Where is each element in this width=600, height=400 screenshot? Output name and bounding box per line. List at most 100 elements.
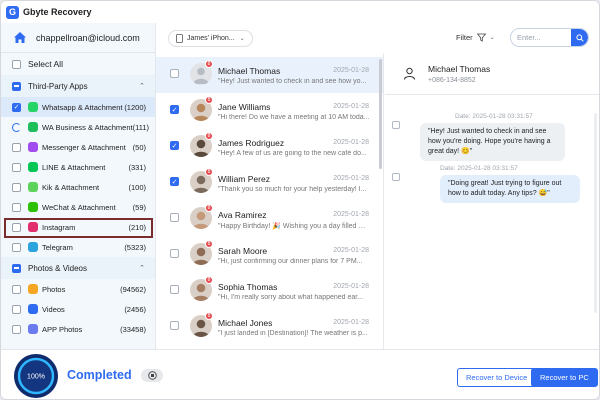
sidebar-item-line[interactable]: LINE & Attachment (331) — [1, 157, 155, 177]
section-checkbox[interactable] — [12, 263, 21, 273]
progress-label: 100% — [27, 374, 45, 381]
recover-to-pc-button[interactable]: Recover to PC — [531, 368, 598, 387]
search-input[interactable] — [517, 33, 577, 42]
app-title: Gbyte Recovery — [23, 7, 92, 17]
select-all-label: Select All — [28, 59, 63, 69]
sidebar-item-videos[interactable]: Videos (2456) — [1, 299, 155, 319]
sidebar-item-label: WeChat & Attachment — [42, 202, 116, 212]
media-list: Photos (94562) Videos (2456) APP Photos (3345… — [1, 279, 155, 339]
search-icon — [575, 33, 584, 42]
recover-to-device-button[interactable]: Recover to Device — [457, 368, 537, 387]
section-photos-videos[interactable]: Photos & Videos ⌃ — [1, 257, 155, 279]
app-window: G Gbyte Recovery chappellroan@icloud.com… — [0, 0, 600, 400]
device-name: James' iPhon... — [187, 34, 235, 42]
sidebar-item-photos[interactable]: Photos (94562) — [1, 279, 155, 299]
message-row[interactable]: ✓ 8 Jane Williams 2025-01-28 "Hi there! Do w… — [156, 93, 383, 129]
chevron-up-icon[interactable]: ⌃ — [139, 264, 145, 272]
sidebar-item-count: (50) — [132, 142, 146, 152]
sidebar-item-wa-business[interactable]: WA Business & Attachment (111) — [1, 117, 155, 137]
message-row[interactable]: 8 Sophia Thomas 2025-01-28 "Hi, I'm really … — [156, 273, 383, 309]
checkbox[interactable]: ✓ — [12, 102, 21, 112]
whatsapp-icon — [28, 102, 38, 112]
message-preview: "Hi there! Do we have a meeting at 10 AM… — [218, 114, 370, 121]
contact-header: Michael Thomas +086-134-8852 — [385, 53, 599, 95]
sidebar-item-count: (59) — [132, 202, 146, 212]
contact-name: Michael Thomas — [428, 63, 491, 74]
filter-button[interactable]: Filter ⌄ — [456, 29, 495, 46]
message-sender: Jane Williams — [218, 102, 271, 112]
message-checkbox[interactable] — [170, 213, 179, 222]
unread-badge: 8 — [205, 312, 213, 320]
message-checkbox[interactable]: ✓ — [170, 141, 179, 150]
message-date: 2025-01-28 — [333, 103, 369, 110]
checkbox[interactable] — [12, 284, 21, 294]
sidebar-item-label: Messenger & Attachment — [42, 142, 126, 152]
sidebar-item-app-photos[interactable]: APP Photos (33458) — [1, 319, 155, 339]
sidebar-item-count: (111) — [132, 122, 150, 132]
checkbox[interactable] — [12, 182, 21, 192]
message-row[interactable]: 8 Michael Thomas 2025-01-28 "Hey! Just want… — [156, 57, 383, 93]
section-checkbox[interactable] — [12, 81, 21, 91]
checkbox[interactable] — [12, 242, 21, 252]
sidebar-item-kik[interactable]: Kik & Attachment (100) — [1, 177, 155, 197]
checkbox[interactable] — [12, 162, 21, 172]
sidebar-item-count: (5323) — [124, 242, 146, 252]
sidebar-item-count: (94562) — [120, 284, 146, 294]
message-row[interactable]: ✓ 8 James Rodriguez 2025-01-28 "Hey! A few o… — [156, 129, 383, 165]
contact-phone: +086-134-8852 — [428, 76, 476, 84]
message-preview: "Thank you so much for your help yesterd… — [218, 186, 367, 193]
progress-ring: 100% — [14, 354, 58, 398]
sidebar-item-whatsapp[interactable]: ✓ Whatsapp & Attachment (1200) — [1, 97, 155, 117]
message-preview: "I just landed in [Destination]! The wea… — [218, 330, 368, 337]
account-row[interactable]: chappellroan@icloud.com — [1, 23, 155, 53]
detail-scrollbar[interactable] — [594, 113, 597, 313]
device-select[interactable]: James' iPhon... ⌄ — [168, 29, 253, 47]
section-third-party-apps[interactable]: Third-Party Apps ⌃ — [1, 75, 155, 97]
sidebar-item-wechat[interactable]: WeChat & Attachment (59) — [1, 197, 155, 217]
sidebar-item-instagram[interactable]: Instagram (210) — [1, 217, 155, 238]
message-sender: Michael Thomas — [218, 66, 281, 76]
app-logo-icon: G — [6, 5, 19, 19]
message-checkbox[interactable]: ✓ — [170, 105, 179, 114]
kik-icon — [28, 182, 38, 192]
message-sender: Sophia Thomas — [218, 282, 278, 292]
message-list[interactable]: 8 Michael Thomas 2025-01-28 "Hey! Just want… — [156, 53, 384, 349]
message-row[interactable]: 8 Ava Ramirez 2025-01-28 "Happy Birthday! 🎉… — [156, 201, 383, 237]
home-icon[interactable] — [13, 31, 27, 44]
stop-button[interactable] — [141, 369, 163, 382]
sidebar-item-count: (331) — [128, 162, 146, 172]
search-button[interactable] — [571, 29, 588, 46]
message-preview: "Happy Birthday! 🎉 Wishing you a day fil… — [218, 223, 370, 230]
bubble-checkbox[interactable] — [392, 121, 400, 129]
select-all-row[interactable]: Select All — [1, 53, 155, 75]
message-row[interactable]: ✓ 8 William Perez 2025-01-28 "Thank you so m… — [156, 165, 383, 201]
checkbox[interactable] — [12, 202, 21, 212]
wechat-icon — [28, 202, 38, 212]
sidebar-item-messenger[interactable]: Messenger & Attachment (50) — [1, 137, 155, 157]
bubble-checkbox[interactable] — [392, 173, 400, 181]
message-checkbox[interactable]: ✓ — [170, 177, 179, 186]
sidebar-item-telegram[interactable]: Telegram (5323) — [1, 237, 155, 257]
message-preview: "Hi, just confirming our dinner plans fo… — [218, 258, 363, 265]
message-list-scrollbar[interactable] — [379, 59, 382, 169]
sidebar-item-label: WA Business & Attachment — [42, 122, 133, 132]
sidebar-item-count: (100) — [128, 182, 146, 192]
message-checkbox[interactable] — [170, 285, 179, 294]
message-sender: Michael Jones — [218, 318, 273, 328]
message-checkbox[interactable] — [170, 249, 179, 258]
message-checkbox[interactable] — [170, 69, 179, 78]
message-date: 2025-01-28 — [333, 211, 369, 218]
contact-person-icon — [404, 67, 415, 80]
checkbox[interactable] — [12, 142, 21, 152]
checkbox[interactable] — [12, 324, 21, 334]
sidebar-item-label: Telegram — [42, 242, 73, 252]
unread-badge: 8 — [205, 60, 213, 68]
message-row[interactable]: 8 Michael Jones 2025-01-28 "I just landed i… — [156, 309, 383, 345]
checkbox[interactable] — [12, 304, 21, 314]
message-checkbox[interactable] — [170, 321, 179, 330]
select-all-checkbox[interactable] — [12, 59, 21, 69]
checkbox[interactable] — [12, 122, 21, 132]
chevron-up-icon[interactable]: ⌃ — [139, 82, 145, 90]
sidebar-item-label: LINE & Attachment — [42, 162, 106, 172]
message-row[interactable]: 8 Sarah Moore 2025-01-28 "Hi, just confirmi… — [156, 237, 383, 273]
